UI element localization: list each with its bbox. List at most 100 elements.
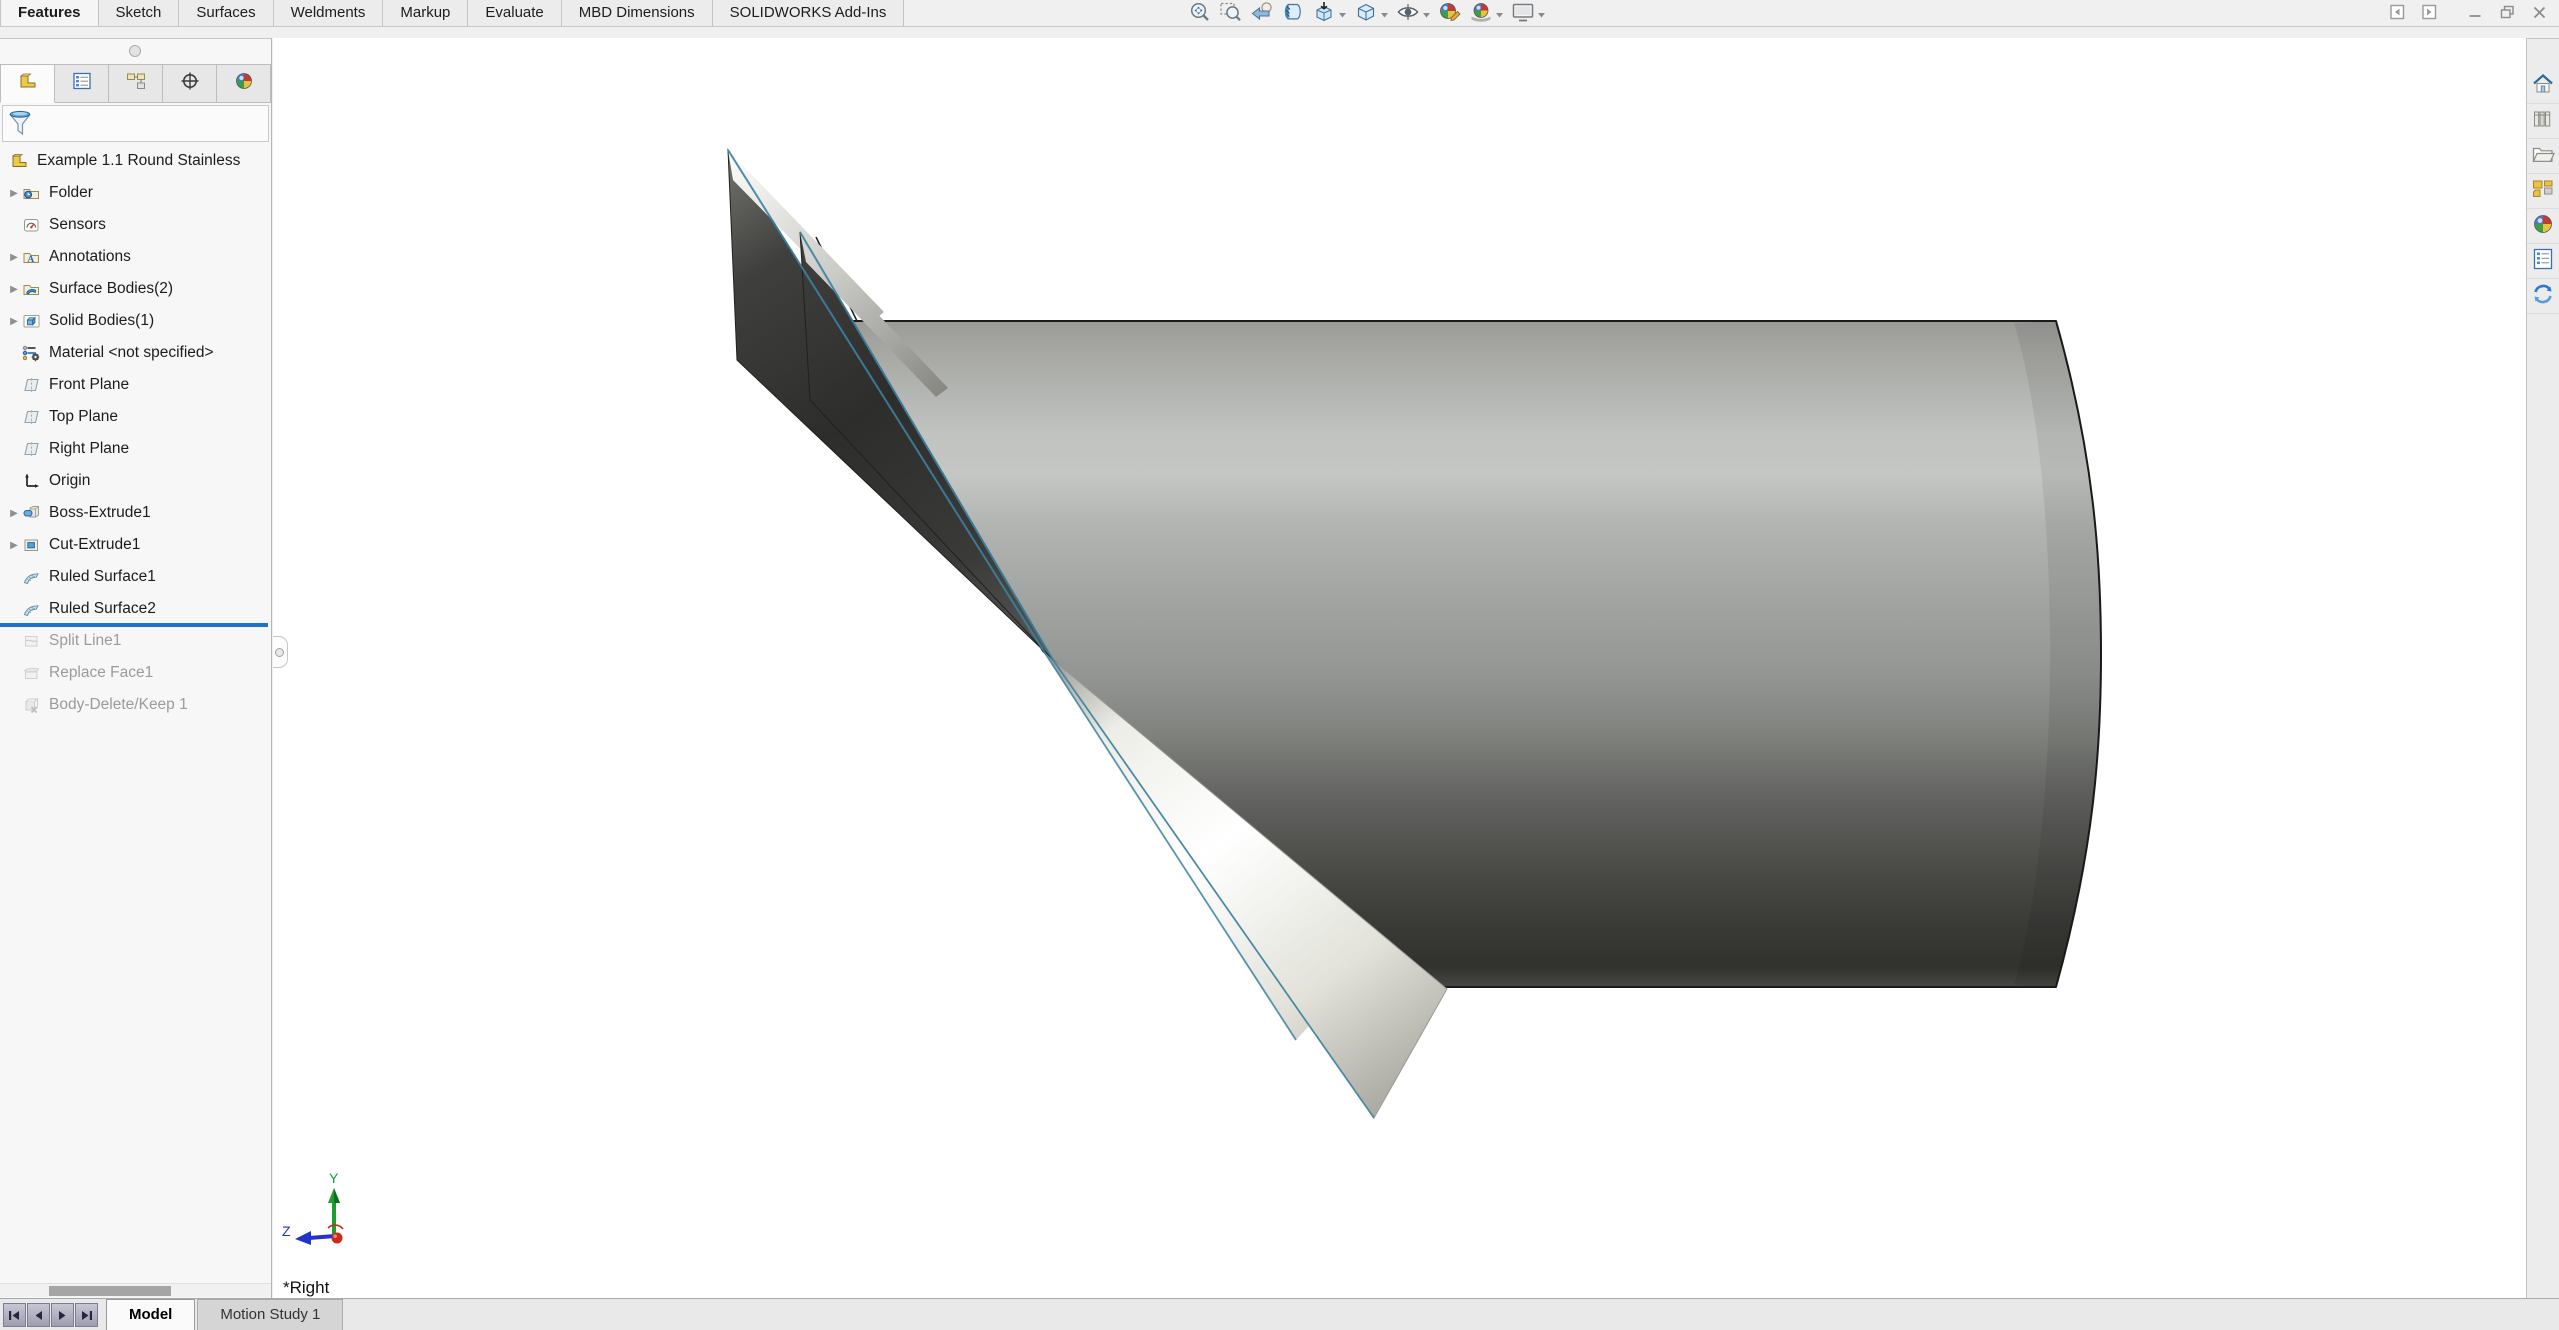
- section-view-button[interactable]: [1281, 1, 1305, 28]
- minimize-button[interactable]: [2466, 3, 2485, 26]
- first-frame-button[interactable]: [3, 1303, 26, 1327]
- tree-item-label: Sensors: [49, 216, 106, 234]
- tree-item-label: Annotations: [49, 248, 131, 266]
- tree-item-example-1-1-round-stainless[interactable]: Example 1.1 Round Stainless: [0, 145, 271, 177]
- view-orientation-button[interactable]: [1354, 1, 1389, 28]
- ribbon-tab-markup[interactable]: Markup: [383, 0, 468, 26]
- custom-properties-icon: [2531, 247, 2555, 276]
- restore-button[interactable]: [2498, 3, 2517, 26]
- tree-item-body-delete-keep-1[interactable]: Body-Delete/Keep 1: [0, 689, 271, 721]
- custom-properties-button[interactable]: [2527, 244, 2559, 279]
- model-3d-render[interactable]: [273, 38, 2526, 1298]
- dropdown-caret-icon[interactable]: [1537, 5, 1546, 23]
- ribbon-tab-sketch[interactable]: Sketch: [99, 0, 180, 26]
- ribbon-tab-weldments[interactable]: Weldments: [274, 0, 384, 26]
- origin-icon: [22, 471, 44, 491]
- dropdown-caret-icon[interactable]: [1495, 5, 1504, 23]
- zoom-to-area-button[interactable]: [1219, 1, 1243, 28]
- dropdown-caret-icon[interactable]: [1380, 5, 1389, 23]
- view-palette-button[interactable]: [2527, 174, 2559, 209]
- tree-item-cut-extrude1[interactable]: ▶Cut-Extrude1: [0, 529, 271, 561]
- tree-item-front-plane[interactable]: Front Plane: [0, 369, 271, 401]
- task-pane: [2526, 38, 2559, 1298]
- document-tab-model[interactable]: Model: [106, 1299, 195, 1330]
- plane-icon: [22, 439, 44, 459]
- expand-arrow-icon[interactable]: ▶: [6, 508, 22, 519]
- manager-tab-propertymanager[interactable]: [55, 64, 109, 103]
- manager-tab-configurationmanager[interactable]: [109, 64, 163, 103]
- motion-nav-keys: [0, 1303, 98, 1330]
- view-settings-button[interactable]: [1511, 1, 1546, 28]
- hide-show-items-button[interactable]: [1396, 1, 1431, 28]
- solid-folder-icon: [22, 311, 44, 331]
- panel-splitter-handle[interactable]: [129, 45, 141, 57]
- dynamic-annotation-views-button[interactable]: [1312, 1, 1347, 28]
- tree-item-boss-extrude1[interactable]: ▶ Boss-Extrude1: [0, 497, 271, 529]
- tree-item-replace-face1[interactable]: Replace Face1: [0, 657, 271, 689]
- tree-item-label: Boss-Extrude1: [49, 504, 151, 522]
- tree-item-label: Example 1.1 Round Stainless: [37, 152, 240, 170]
- dropdown-caret-icon[interactable]: [1422, 5, 1431, 23]
- tree-item-ruled-surface1[interactable]: Ruled Surface1: [0, 561, 271, 593]
- next-frame-button[interactable]: [51, 1303, 74, 1327]
- tree-item-ruled-surface2[interactable]: Ruled Surface2: [0, 593, 271, 625]
- tree-item-origin[interactable]: Origin: [0, 465, 271, 497]
- previous-frame-button[interactable]: [27, 1303, 50, 1327]
- expand-arrow-icon[interactable]: ▶: [6, 284, 22, 295]
- appearances-scenes-button[interactable]: [2527, 209, 2559, 244]
- tree-item-split-line1[interactable]: Split Line1: [0, 625, 271, 657]
- expand-arrow-icon[interactable]: ▶: [6, 316, 22, 327]
- manager-tab-featuremanager-design-tree[interactable]: [0, 64, 55, 103]
- document-tab-motion-study-1[interactable]: Motion Study 1: [197, 1299, 343, 1330]
- tree-item-right-plane[interactable]: Right Plane: [0, 433, 271, 465]
- tree-item-label: Replace Face1: [49, 664, 153, 682]
- edit-appearance-button[interactable]: [1438, 1, 1462, 28]
- graphics-viewport[interactable]: Y Z *Right: [273, 38, 2526, 1298]
- expand-arrow-icon[interactable]: ▶: [6, 540, 22, 551]
- tree-filter-box[interactable]: [2, 105, 269, 142]
- rollback-bar-handle[interactable]: [273, 636, 288, 668]
- tree-item-material-not-specified[interactable]: Material <not specified>: [0, 337, 271, 369]
- collapse-right-pane-button[interactable]: [2420, 3, 2439, 26]
- dropdown-caret-icon[interactable]: [1338, 5, 1347, 23]
- scrollbar-thumb[interactable]: [49, 1286, 171, 1296]
- tree-item-solid-bodies-1[interactable]: ▶ Solid Bodies(1): [0, 305, 271, 337]
- featuremanager-design-tree-icon: [17, 71, 39, 96]
- file-explorer-button[interactable]: [2527, 139, 2559, 174]
- tree-item-surface-bodies-2[interactable]: ▶Surface Bodies(2): [0, 273, 271, 305]
- section-view-icon: [1281, 1, 1305, 28]
- manager-tab-dimxpertmanager[interactable]: [163, 64, 217, 103]
- close-button[interactable]: [2530, 3, 2549, 26]
- collapse-left-pane-button[interactable]: [2388, 3, 2407, 26]
- manager-tab-displaymanager[interactable]: [217, 64, 271, 103]
- rollback-knob-icon: [275, 648, 284, 657]
- tree-item-annotations[interactable]: ▶AAnnotations: [0, 241, 271, 273]
- tree-item-top-plane[interactable]: Top Plane: [0, 401, 271, 433]
- ribbon-tab-mbd-dimensions[interactable]: MBD Dimensions: [562, 0, 713, 26]
- tree-item-label: Ruled Surface1: [49, 568, 156, 586]
- design-library-button[interactable]: [2527, 104, 2559, 139]
- tree-item-sensors[interactable]: Sensors: [0, 209, 271, 241]
- expand-arrow-icon[interactable]: ▶: [6, 188, 22, 199]
- panel-horizontal-scrollbar[interactable]: [0, 1283, 271, 1297]
- tree-item-label: Ruled Surface2: [49, 600, 156, 618]
- part-root-icon: [10, 151, 32, 171]
- boss-extrude-icon: [22, 503, 44, 523]
- solidworks-resources-button[interactable]: [2527, 69, 2559, 104]
- ribbon-tab-features[interactable]: Features: [0, 0, 99, 26]
- tree-item-folder[interactable]: ▶Folder: [0, 177, 271, 209]
- zoom-to-fit-button[interactable]: [1188, 1, 1212, 28]
- tree-item-label: Solid Bodies(1): [49, 312, 154, 330]
- previous-view-button[interactable]: [1250, 1, 1274, 28]
- cylinder-body[interactable]: [852, 321, 2101, 987]
- ribbon-tab-solidworks-add-ins[interactable]: SOLIDWORKS Add-Ins: [713, 0, 905, 26]
- tree-item-label: Split Line1: [49, 632, 121, 650]
- history-folder-icon: [22, 183, 44, 203]
- appearances-scenes-icon: [2531, 212, 2555, 241]
- ribbon-tab-surfaces[interactable]: Surfaces: [179, 0, 273, 26]
- apply-scene-button[interactable]: [1469, 1, 1504, 28]
- solidworks-forum-button[interactable]: [2527, 279, 2559, 314]
- expand-arrow-icon[interactable]: ▶: [6, 252, 22, 263]
- ribbon-tab-evaluate[interactable]: Evaluate: [468, 0, 561, 26]
- last-frame-button[interactable]: [75, 1303, 98, 1327]
